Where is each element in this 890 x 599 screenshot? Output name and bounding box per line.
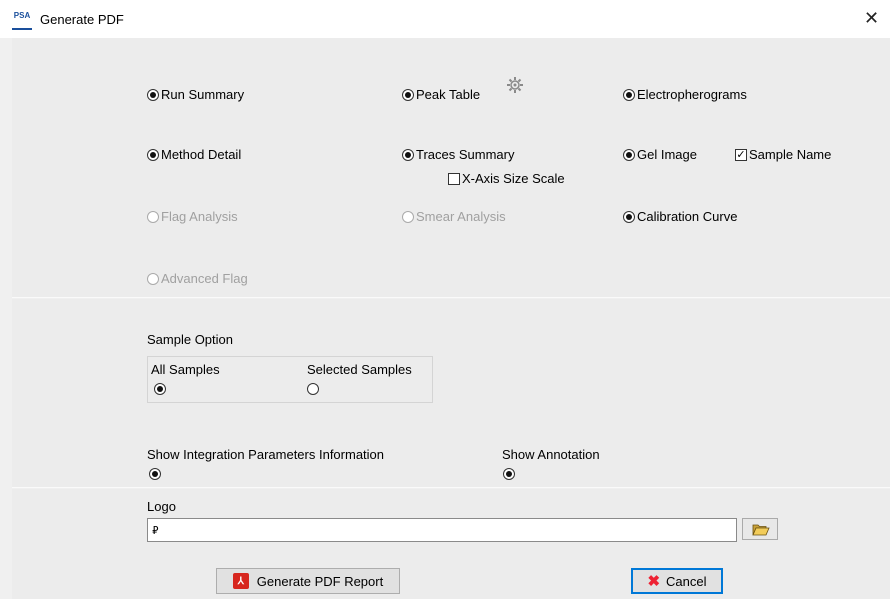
- show-integration-radio[interactable]: [149, 468, 161, 480]
- show-annotation-label: Show Annotation: [502, 447, 600, 462]
- smear-analysis-radio: [402, 210, 414, 223]
- sample-name-checkbox[interactable]: ✓: [735, 148, 747, 161]
- generate-pdf-report-button[interactable]: ⅄ Generate PDF Report: [216, 568, 400, 594]
- close-icon[interactable]: ✕: [864, 8, 879, 29]
- title-bar: PSA Generate PDF ✕: [0, 0, 890, 38]
- sample-name-label: Sample Name: [749, 147, 832, 162]
- cancel-button[interactable]: ✖ Cancel: [631, 568, 723, 594]
- settings-gear-icon[interactable]: [506, 76, 524, 94]
- calibration-curve-option[interactable]: Calibration Curve: [623, 209, 737, 224]
- electropherograms-radio[interactable]: [623, 88, 635, 101]
- advanced-flag-label: Advanced Flag: [161, 271, 248, 286]
- gel-image-option[interactable]: Gel Image: [623, 147, 697, 162]
- method-detail-label: Method Detail: [161, 147, 242, 162]
- peak-table-label: Peak Table: [416, 87, 481, 102]
- peak-table-option[interactable]: Peak Table: [402, 87, 480, 102]
- flag-analysis-label: Flag Analysis: [161, 209, 238, 224]
- traces-summary-label: Traces Summary: [416, 147, 515, 162]
- run-summary-label: Run Summary: [161, 87, 245, 102]
- advanced-flag-option: Advanced Flag: [147, 271, 248, 286]
- logo-panel: [12, 489, 890, 599]
- electropherograms-option[interactable]: Electropherograms: [623, 87, 747, 102]
- advanced-flag-radio: [147, 272, 159, 285]
- gel-image-label: Gel Image: [637, 147, 697, 162]
- all-samples-radio[interactable]: [154, 383, 166, 395]
- flag-analysis-radio: [147, 210, 159, 223]
- x-axis-size-scale-checkbox[interactable]: [448, 172, 460, 185]
- traces-summary-option[interactable]: Traces Summary: [402, 147, 514, 162]
- sample-name-option[interactable]: ✓ Sample Name: [735, 147, 831, 162]
- peak-table-radio[interactable]: [402, 88, 414, 101]
- method-detail-option[interactable]: Method Detail: [147, 147, 241, 162]
- logo-path-input[interactable]: ₽: [147, 518, 737, 542]
- window-title: Generate PDF: [40, 12, 124, 27]
- options-panel: [12, 299, 890, 488]
- smear-analysis-option: Smear Analysis: [402, 209, 506, 224]
- flag-analysis-option: Flag Analysis: [147, 209, 238, 224]
- electropherograms-label: Electropherograms: [637, 87, 747, 102]
- sample-option-heading: Sample Option: [147, 332, 233, 347]
- x-axis-size-scale-option[interactable]: X-Axis Size Scale: [448, 171, 565, 186]
- pdf-icon: ⅄: [232, 573, 249, 589]
- method-detail-radio[interactable]: [147, 148, 159, 161]
- cancel-button-label: Cancel: [666, 573, 707, 589]
- gel-image-radio[interactable]: [623, 148, 635, 161]
- all-samples-label: All Samples: [151, 362, 220, 377]
- run-summary-radio[interactable]: [147, 88, 159, 101]
- cursor-icon: ₽: [152, 524, 159, 537]
- run-summary-option[interactable]: Run Summary: [147, 87, 244, 102]
- x-axis-size-scale-label: X-Axis Size Scale: [462, 171, 565, 186]
- app-icon: PSA: [12, 12, 32, 30]
- show-annotation-radio[interactable]: [503, 468, 515, 480]
- calibration-curve-label: Calibration Curve: [637, 209, 738, 224]
- generate-button-label: Generate PDF Report: [256, 573, 384, 589]
- calibration-curve-radio[interactable]: [623, 210, 635, 223]
- logo-label: Logo: [147, 499, 176, 514]
- folder-open-icon: [752, 524, 770, 536]
- show-integration-label: Show Integration Parameters Information: [147, 447, 385, 462]
- selected-samples-radio[interactable]: [307, 383, 319, 395]
- traces-summary-radio[interactable]: [402, 148, 414, 161]
- browse-logo-button[interactable]: [742, 518, 778, 540]
- report-items-panel: [12, 38, 890, 298]
- smear-analysis-label: Smear Analysis: [416, 209, 506, 224]
- cancel-x-icon: ✖: [647, 573, 661, 590]
- selected-samples-label: Selected Samples: [307, 362, 412, 377]
